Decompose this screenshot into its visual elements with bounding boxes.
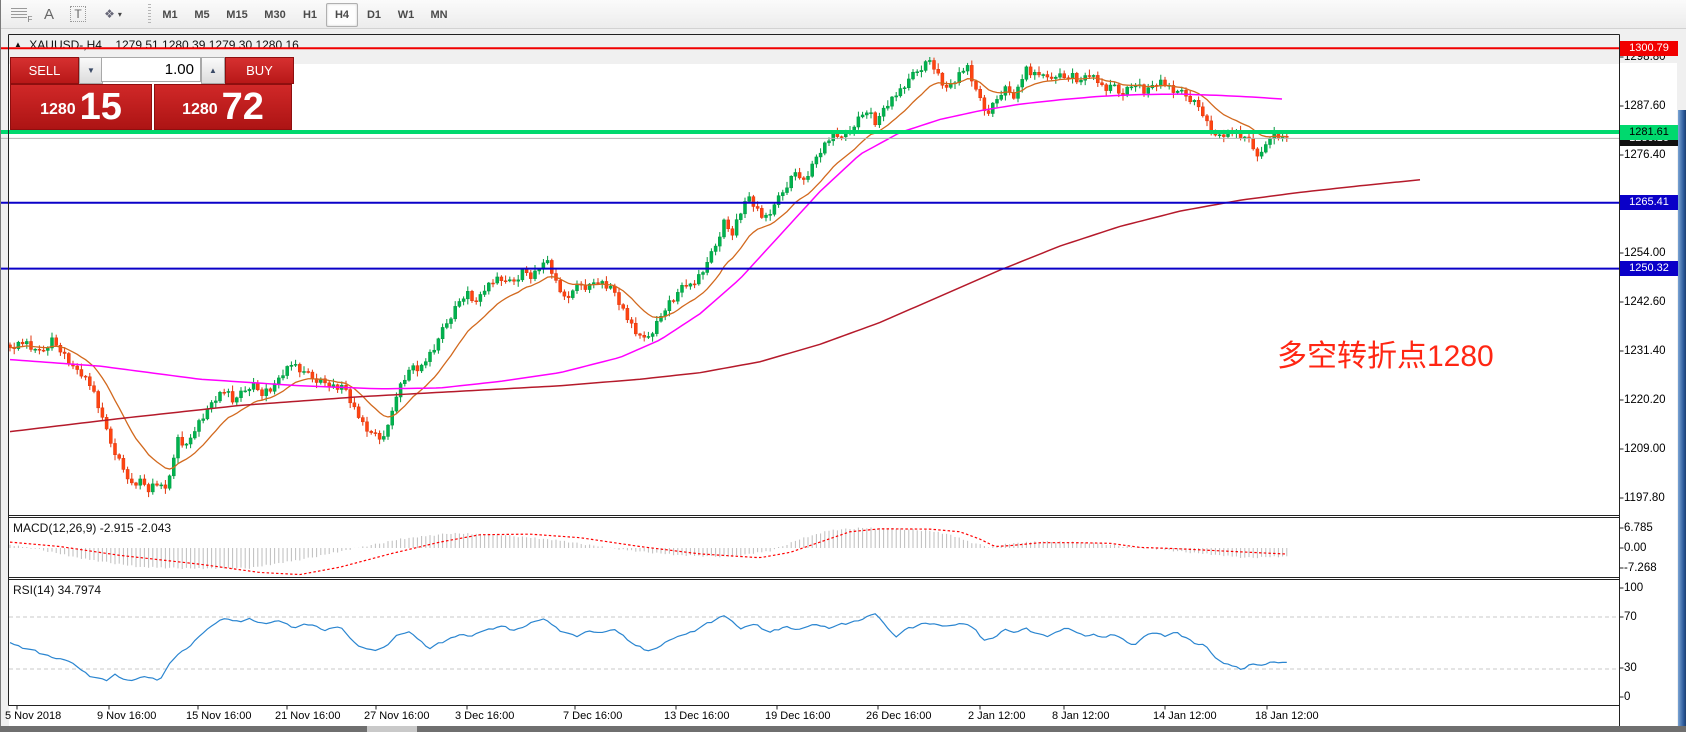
timeframe-button-m1[interactable]: M1 bbox=[154, 3, 186, 27]
font-a-glyph: A bbox=[44, 6, 54, 23]
ask-price-small: 1280 bbox=[182, 95, 218, 125]
price-tick-label: 1254.00 bbox=[1624, 247, 1666, 259]
window-right-edge bbox=[1678, 110, 1686, 726]
timeframe-button-m5[interactable]: M5 bbox=[186, 3, 218, 27]
chart-annotation: 多空转折点1280 bbox=[1277, 331, 1494, 375]
indicator-list-icon[interactable]: F bbox=[8, 3, 34, 25]
rsi-label: RSI(14) 34.7974 bbox=[13, 583, 101, 597]
text-t-glyph: T bbox=[70, 6, 85, 22]
macd-tick-label: -7.268 bbox=[1624, 562, 1657, 574]
price-tick-label: 1276.40 bbox=[1624, 149, 1666, 161]
grid-dots bbox=[11, 8, 27, 20]
rsi-tick-label: 0 bbox=[1624, 691, 1630, 703]
date-tick-label: 14 Jan 12:00 bbox=[1153, 710, 1217, 722]
price-badge: 1281.61 bbox=[1620, 125, 1678, 140]
date-tick-label: 18 Jan 12:00 bbox=[1255, 710, 1319, 722]
bid-price-small: 1280 bbox=[40, 95, 76, 125]
date-tick-label: 2 Jan 12:00 bbox=[968, 710, 1026, 722]
date-tick-label: 8 Jan 12:00 bbox=[1052, 710, 1110, 722]
date-tick-label: 26 Dec 16:00 bbox=[866, 710, 931, 722]
chevron-down-icon: ▾ bbox=[118, 10, 122, 19]
price-tick-label: 1209.00 bbox=[1624, 443, 1666, 455]
date-tick-label: 7 Dec 16:00 bbox=[563, 710, 622, 722]
sell-button[interactable]: SELL bbox=[10, 57, 79, 84]
grid-f-label: F bbox=[28, 15, 33, 24]
rsi-tick-label: 70 bbox=[1624, 611, 1637, 623]
price-tick-label: 1287.60 bbox=[1624, 100, 1666, 112]
date-tick-label: 15 Nov 16:00 bbox=[186, 710, 251, 722]
window-bottom-edge bbox=[0, 726, 1686, 732]
price-badge: 1300.79 bbox=[1620, 41, 1678, 56]
shapes-glyph: ❖ bbox=[104, 7, 115, 21]
rsi-tick-label: 100 bbox=[1624, 582, 1643, 594]
ask-price-big: 72 bbox=[222, 89, 264, 125]
font-tool-icon[interactable]: A bbox=[38, 3, 60, 25]
chart-canvas[interactable] bbox=[9, 64, 1619, 732]
rsi-tick-label: 30 bbox=[1624, 662, 1637, 674]
timeframe-button-w1[interactable]: W1 bbox=[390, 3, 422, 27]
date-tick-label: 9 Nov 16:00 bbox=[97, 710, 156, 722]
collapse-marker-icon: ▲ bbox=[14, 40, 22, 49]
chart-window[interactable] bbox=[0, 29, 1686, 732]
date-tick-label: 27 Nov 16:00 bbox=[364, 710, 429, 722]
date-tick-label: 19 Dec 16:00 bbox=[765, 710, 830, 722]
ohlc-values: 1279.51 1280.39 1279.30 1280.16 bbox=[115, 38, 299, 52]
timeframe-button-h1[interactable]: H1 bbox=[294, 3, 326, 27]
timeframe-button-m30[interactable]: M30 bbox=[256, 3, 294, 27]
date-tick-label: 3 Dec 16:00 bbox=[455, 710, 514, 722]
ask-quote-button[interactable]: 1280 72 bbox=[154, 84, 292, 130]
date-tick-label: 5 Nov 2018 bbox=[5, 710, 61, 722]
bid-quote-button[interactable]: 1280 15 bbox=[10, 84, 152, 130]
timeframe-button-h4[interactable]: H4 bbox=[326, 3, 358, 27]
timeframe-button-mn[interactable]: MN bbox=[422, 3, 456, 27]
date-tick-label: 13 Dec 16:00 bbox=[664, 710, 729, 722]
buy-button[interactable]: BUY bbox=[225, 57, 294, 84]
chart-title: ▲ XAUUSD-,H4 1279.51 1280.39 1279.30 128… bbox=[14, 38, 299, 52]
macd-tick-label: 0.00 bbox=[1624, 542, 1646, 554]
volume-decrease-button[interactable]: ▼ bbox=[79, 57, 103, 84]
price-tick-label: 1197.80 bbox=[1624, 492, 1665, 504]
macd-tick-label: 6.785 bbox=[1624, 522, 1653, 534]
timeframe-button-d1[interactable]: D1 bbox=[358, 3, 390, 27]
volume-increase-button[interactable]: ▲ bbox=[201, 57, 225, 84]
symbol-label: XAUUSD-,H4 bbox=[29, 38, 102, 52]
price-tick-label: 1231.40 bbox=[1624, 345, 1666, 357]
bid-price-big: 15 bbox=[80, 89, 122, 125]
timeframe-button-m15[interactable]: M15 bbox=[218, 3, 256, 27]
date-tick-label: 21 Nov 16:00 bbox=[275, 710, 340, 722]
window-left-edge bbox=[0, 0, 1, 732]
toolbar: F A T ❖ ▾ M1M5M15M30H1H4D1W1MN bbox=[0, 0, 1686, 29]
text-label-tool-icon[interactable]: T bbox=[66, 3, 90, 25]
toolbar-separator bbox=[148, 4, 151, 24]
volume-input[interactable] bbox=[101, 57, 201, 82]
price-tick-label: 1242.60 bbox=[1624, 296, 1666, 308]
macd-label: MACD(12,26,9) -2.915 -2.043 bbox=[13, 521, 171, 535]
price-badge: 1265.41 bbox=[1620, 195, 1678, 210]
price-tick-label: 1220.20 bbox=[1624, 394, 1666, 406]
price-badge: 1250.32 bbox=[1620, 261, 1678, 276]
shapes-tool-icon[interactable]: ❖ ▾ bbox=[96, 3, 130, 25]
mt4-terminal: F A T ❖ ▾ M1M5M15M30H1H4D1W1MN ▲ XAUUSD-… bbox=[0, 0, 1686, 732]
